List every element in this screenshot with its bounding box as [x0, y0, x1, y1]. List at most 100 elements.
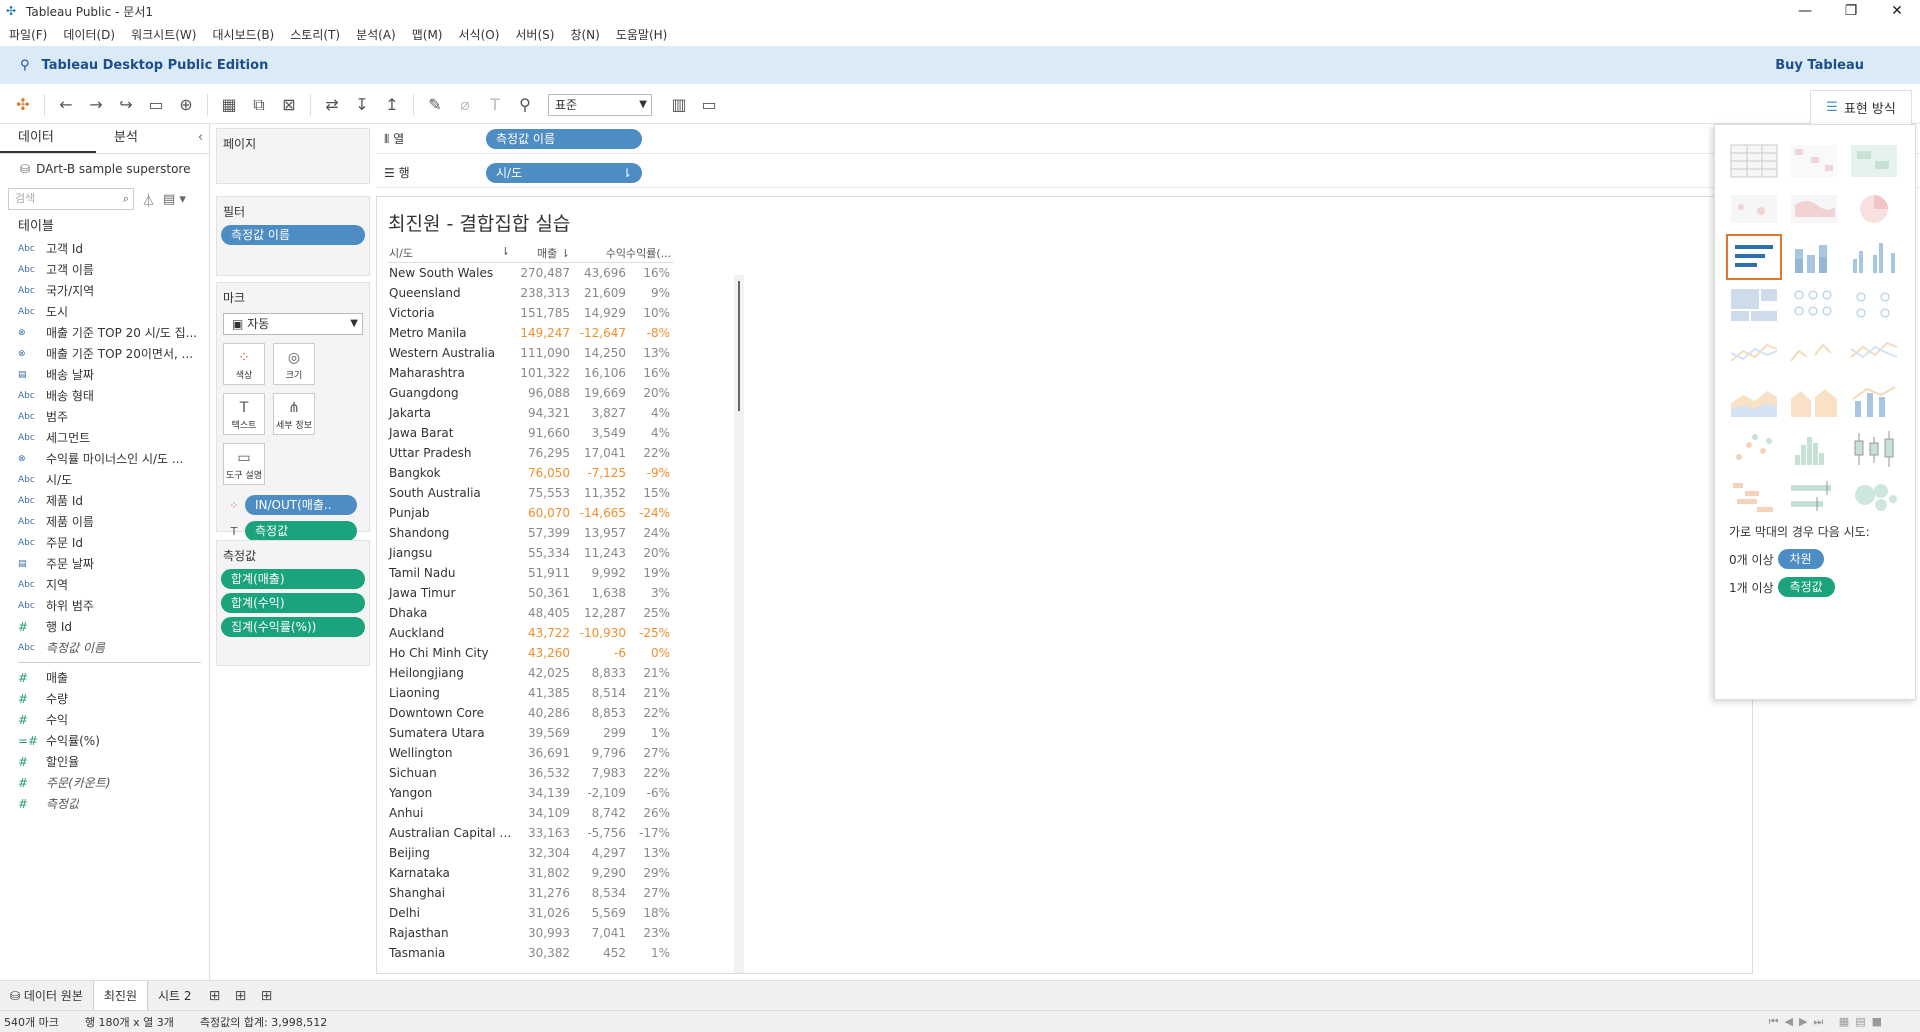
table-row[interactable]: Wellington 36,691 9,796 27% — [388, 743, 674, 763]
buy-tableau-link[interactable]: Buy Tableau — [1775, 58, 1864, 73]
labels-icon[interactable]: T — [484, 94, 506, 116]
show-cards-icon[interactable]: ▥ — [668, 94, 690, 116]
header-profit[interactable]: 수익 — [570, 245, 626, 262]
field-item[interactable]: Abc 지역 — [0, 574, 209, 595]
field-item[interactable]: Abc 국가/지역 — [0, 280, 209, 301]
table-row[interactable]: Auckland 43,722 -10,930 -25% — [388, 623, 674, 643]
field-item[interactable]: # 할인율 — [0, 751, 209, 772]
table-row[interactable]: Bangkok 76,050 -7,125 -9% — [388, 463, 674, 483]
filters-card[interactable]: 필터 측정값 이름 — [216, 196, 370, 276]
table-row[interactable]: South Australia 75,553 11,352 15% — [388, 483, 674, 503]
field-item[interactable]: Abc 세그먼트 — [0, 427, 209, 448]
filter-icon[interactable]: ⏃ — [142, 190, 155, 209]
table-row[interactable]: Tasmania 30,382 452 1% — [388, 943, 674, 963]
field-item[interactable]: Abc 측정값 이름 — [0, 637, 209, 658]
columns-pill-measure-names[interactable]: 측정값 이름 — [486, 128, 642, 149]
tab-datasource[interactable]: ⛁ 데이터 원본 — [0, 981, 93, 1011]
tab-sheet-1[interactable]: 최진원 — [92, 980, 149, 1011]
chart-type-box-whisker[interactable] — [1847, 427, 1901, 471]
field-item[interactable]: Abc 하위 범주 — [0, 595, 209, 616]
table-row[interactable]: Victoria 151,785 14,929 10% — [388, 303, 674, 323]
field-item[interactable]: Abc 범주 — [0, 406, 209, 427]
chart-type-area-continuous[interactable] — [1727, 379, 1781, 423]
header-sales[interactable]: 매출 ⇂ — [514, 245, 570, 262]
field-item[interactable]: Abc 제품 Id — [0, 490, 209, 511]
field-item[interactable]: # 수익 — [0, 709, 209, 730]
tab-sheet-2[interactable]: 시트 2 — [148, 981, 202, 1011]
collapse-pane-icon[interactable]: ‹ — [192, 124, 209, 153]
sort-icon[interactable]: ⇂ — [501, 245, 510, 258]
table-row[interactable]: Anhui 34,109 8,742 26% — [388, 803, 674, 823]
sort-descending-icon[interactable]: ↥ — [381, 94, 403, 116]
duplicate-sheet-icon[interactable]: ⧉ — [248, 94, 270, 116]
table-row[interactable]: Metro Manila 149,247 -12,647 -8% — [388, 323, 674, 343]
chart-type-scatter-plot[interactable] — [1727, 427, 1781, 471]
field-item[interactable]: # 측정값 — [0, 793, 209, 814]
detail-button[interactable]: ⋔ 세부 정보 — [273, 393, 315, 435]
fit-dropdown[interactable]: 표준 ▼ — [548, 93, 652, 116]
chart-type-bullet-graph[interactable] — [1787, 475, 1841, 519]
show-me-button[interactable]: ☰ 표현 방식 — [1810, 90, 1912, 124]
sheet-nav-icons[interactable]: ⏮◀▶⏭ ▦▤■ — [1769, 1015, 1888, 1029]
table-row[interactable]: Shanghai 31,276 8,534 27% — [388, 883, 674, 903]
sort-ascending-icon[interactable]: ↧ — [351, 94, 373, 116]
table-row[interactable]: Punjab 60,070 -14,665 -24% — [388, 503, 674, 523]
field-item[interactable]: ⊗ 매출 기준 TOP 20 시/도 집... — [0, 322, 209, 343]
field-item[interactable]: Abc 배송 형태 — [0, 385, 209, 406]
chart-type-symbol-map[interactable] — [1727, 187, 1781, 231]
table-row[interactable]: Ho Chi Minh City 43,260 -6 0% — [388, 643, 674, 663]
table-row[interactable]: Jawa Barat 91,660 3,549 4% — [388, 423, 674, 443]
undo-icon[interactable]: ← — [55, 94, 77, 116]
group-icon[interactable]: ⌀ — [454, 94, 476, 116]
redo-icon[interactable]: → — [85, 94, 107, 116]
measure-pill-sales[interactable]: 합계(매출) — [221, 569, 365, 589]
field-item[interactable]: # 수량 — [0, 688, 209, 709]
chart-type-heat-map[interactable] — [1787, 139, 1841, 183]
table-row[interactable]: Jakarta 94,321 3,827 4% — [388, 403, 674, 423]
new-story-icon[interactable]: ⊞ — [254, 988, 280, 1004]
datasource-row[interactable]: ⛁ DArt-B sample superstore — [0, 154, 209, 184]
mark-type-dropdown[interactable]: ▣ 자동 ▼ — [223, 313, 363, 335]
header-state[interactable]: 시/도 ⇂ — [388, 245, 514, 262]
field-item[interactable]: # 주문(카운트) — [0, 772, 209, 793]
sort-icon[interactable]: ⇂ — [561, 247, 570, 260]
chart-type-dual-lines[interactable] — [1847, 331, 1901, 375]
table-row[interactable]: Liaoning 41,385 8,514 21% — [388, 683, 674, 703]
field-item[interactable]: Abc 고객 이름 — [0, 259, 209, 280]
menu-server[interactable]: 서버(S) — [515, 26, 554, 43]
table-row[interactable]: Queensland 238,313 21,609 9% — [388, 283, 674, 303]
table-row[interactable]: Sichuan 36,532 7,983 22% — [388, 763, 674, 783]
chart-type-pie-chart[interactable] — [1847, 187, 1901, 231]
view-options-icon[interactable]: ▤ ▾ — [163, 192, 186, 207]
chart-type-text-table[interactable] — [1727, 139, 1781, 183]
table-row[interactable]: Karnataka 31,802 9,290 29% — [388, 863, 674, 883]
menu-format[interactable]: 서식(O) — [459, 26, 500, 43]
field-item[interactable]: Abc 도시 — [0, 301, 209, 322]
replay-icon[interactable]: ↪ — [115, 94, 137, 116]
swap-rows-columns-icon[interactable]: ⇄ — [321, 94, 343, 116]
field-item[interactable]: # 매출 — [0, 667, 209, 688]
table-row[interactable]: Guangdong 96,088 19,669 20% — [388, 383, 674, 403]
chart-type-lines-continuous[interactable] — [1727, 331, 1781, 375]
chart-type-dual-combination[interactable] — [1847, 379, 1901, 423]
chart-type-side-by-side-circles[interactable] — [1847, 283, 1901, 327]
menu-map[interactable]: 맵(M) — [412, 26, 443, 43]
highlight-icon[interactable]: ✎ — [424, 94, 446, 116]
header-profit-ratio[interactable]: 수익률(... — [626, 245, 674, 262]
chart-type-side-by-side-bars[interactable] — [1847, 235, 1901, 279]
tab-analysis[interactable]: 분석 — [96, 124, 192, 153]
field-item[interactable]: Abc 시/도 — [0, 469, 209, 490]
table-row[interactable]: Jawa Timur 50,361 1,638 3% — [388, 583, 674, 603]
chart-type-treemap[interactable] — [1727, 283, 1781, 327]
chart-type-highlight-table[interactable] — [1847, 139, 1901, 183]
pages-card[interactable]: 페이지 — [216, 128, 370, 184]
filter-pill-measure-names[interactable]: 측정값 이름 — [221, 225, 365, 245]
menu-worksheet[interactable]: 워크시트(W) — [131, 26, 196, 43]
new-dashboard-icon[interactable]: ⊞ — [228, 988, 254, 1004]
save-icon[interactable]: ▭ — [145, 94, 167, 116]
scrollbar-thumb[interactable] — [738, 281, 740, 411]
chart-type-circle-views[interactable] — [1787, 283, 1841, 327]
text-button[interactable]: T 텍스트 — [223, 393, 265, 435]
mark-pill-measure-values[interactable]: 측정값 — [245, 521, 357, 541]
menu-data[interactable]: 데이터(D) — [63, 26, 115, 43]
